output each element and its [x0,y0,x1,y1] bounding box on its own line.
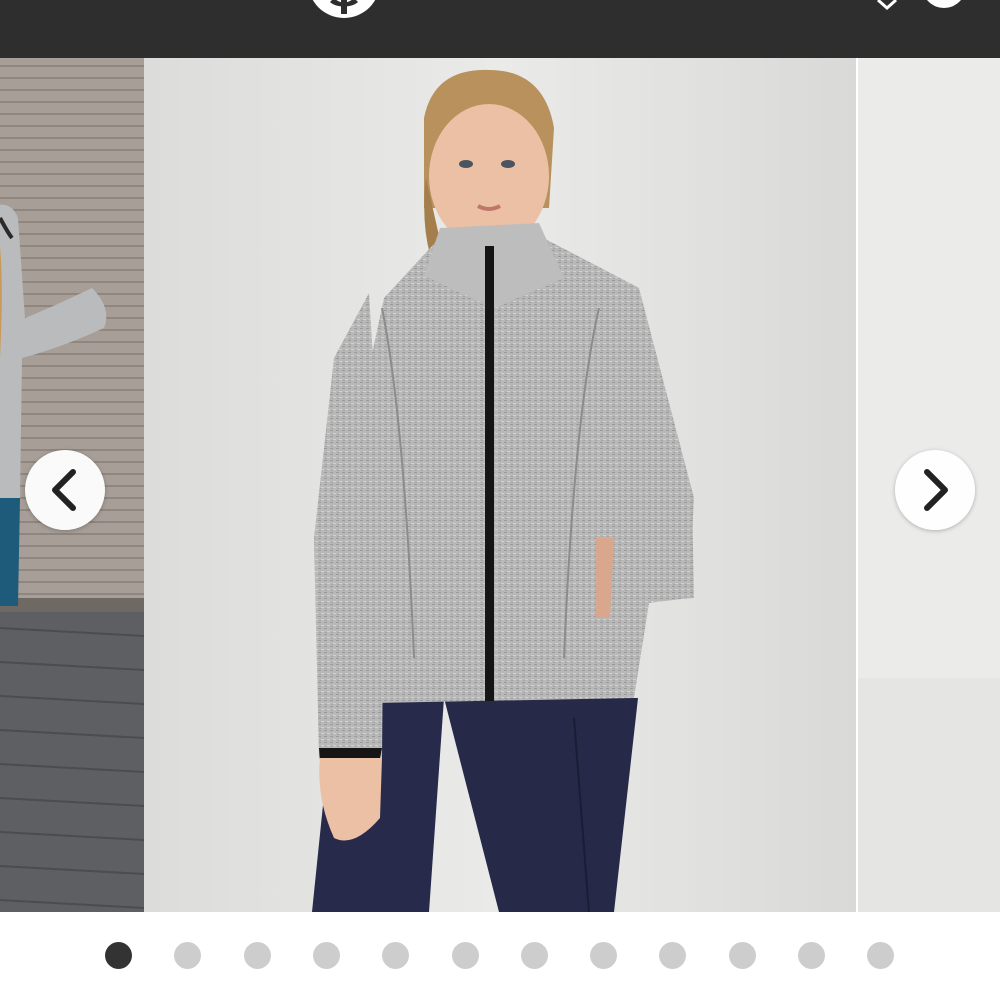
pagination-dot[interactable] [382,942,409,969]
pagination-dot[interactable] [729,942,756,969]
carousel-slide-current[interactable] [144,58,856,912]
pagination-dot[interactable] [313,942,340,969]
chevron-down-icon[interactable] [876,0,898,10]
next-slide-button[interactable] [895,450,975,530]
chevron-right-icon [924,469,948,511]
account-icon[interactable] [922,0,966,8]
previous-slide-button[interactable] [25,450,105,530]
pagination-dot[interactable] [452,942,479,969]
brand-logo-icon[interactable] [308,0,380,18]
pagination-dot[interactable] [244,942,271,969]
pagination-dot[interactable] [798,942,825,969]
pagination-dot[interactable] [590,942,617,969]
pagination-dot[interactable] [867,942,894,969]
pagination-dot[interactable] [521,942,548,969]
top-bar [0,0,1000,58]
image-carousel[interactable] [0,58,1000,912]
pagination-dot[interactable] [174,942,201,969]
pagination-dot[interactable] [105,942,132,969]
carousel-pagination [0,912,1000,1000]
pagination-dot[interactable] [659,942,686,969]
chevron-left-icon [52,469,76,511]
